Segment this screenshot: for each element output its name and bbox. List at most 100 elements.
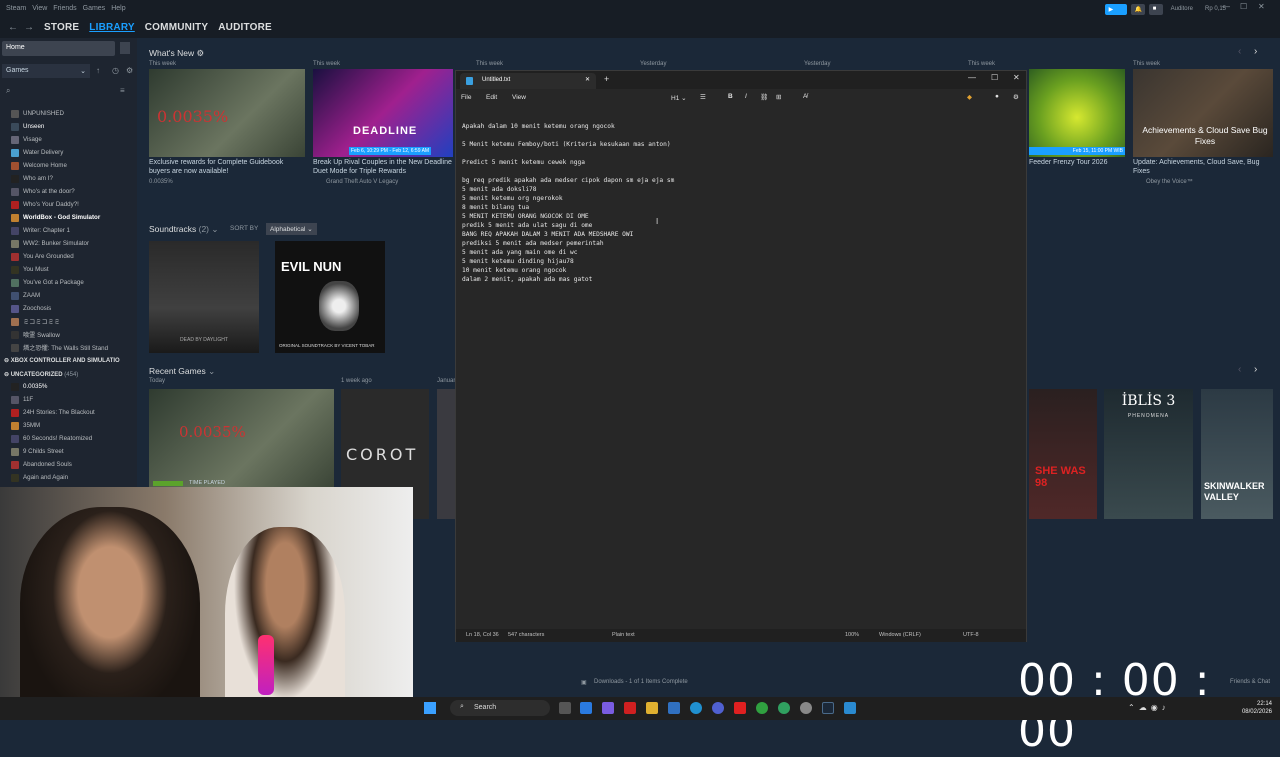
discord-icon[interactable] <box>712 702 724 714</box>
recent-games-title[interactable]: Recent Games ⌄ <box>149 366 215 377</box>
sidebar-game-item[interactable]: Abandoned Souls <box>0 458 137 471</box>
task-view-icon[interactable] <box>559 702 571 714</box>
notepad-taskbar-icon[interactable] <box>844 702 856 714</box>
nav-community[interactable]: COMMUNITY <box>145 22 208 33</box>
file-explorer-icon[interactable] <box>646 702 658 714</box>
next-arrow-icon[interactable]: › <box>1254 46 1257 57</box>
notepad-tab[interactable]: Untitled.txt ✕ <box>460 73 596 89</box>
encoding[interactable]: UTF-8 <box>963 632 979 638</box>
sidebar-game-item[interactable]: Again and Again <box>0 471 137 484</box>
windows-start-icon[interactable] <box>424 702 436 714</box>
sidebar-game-item[interactable]: Zoochosis <box>0 302 137 315</box>
minimize-icon[interactable]: — <box>968 73 976 82</box>
account-icon[interactable]: ● <box>995 93 999 100</box>
italic-icon[interactable]: I <box>745 93 747 100</box>
menu-edit[interactable]: Edit <box>486 94 497 101</box>
system-tray-icons[interactable]: ⌃☁◉♪ <box>1128 703 1170 712</box>
home-button[interactable]: Home <box>2 41 115 56</box>
clock-icon[interactable]: ◷ <box>112 66 119 75</box>
steam-menu-games[interactable]: Games <box>83 5 106 12</box>
tab-close-icon[interactable]: ✕ <box>585 76 590 83</box>
edge-icon[interactable] <box>690 702 702 714</box>
sidebar-game-item[interactable]: 60 Seconds! Reatomized <box>0 432 137 445</box>
sidebar-game-item[interactable]: 9 Childs Street <box>0 445 137 458</box>
list-icon[interactable]: ☰ <box>700 93 706 101</box>
forward-arrow-icon[interactable]: → <box>24 22 34 33</box>
notifications-button[interactable]: 🔔 <box>1130 3 1145 15</box>
sidebar-game-item[interactable]: WW2: Bunker Simulator <box>0 237 137 250</box>
news-tile[interactable]: DEADLINE Feb 6, 10:29 PM - Feb 12, 6:59 … <box>313 69 453 157</box>
recent-game-tile[interactable] <box>437 389 455 519</box>
soundtrack-tile[interactable]: EVIL NUN ORIGINAL SOUNDTRACK BY VICENT T… <box>275 241 385 353</box>
sidebar-game-item[interactable]: 喰霊 Swallow <box>0 328 137 341</box>
sidebar-game-item[interactable]: ミコミコミミ <box>0 315 137 328</box>
nav-store[interactable]: STORE <box>44 22 79 33</box>
steam-menu-help[interactable]: Help <box>111 5 125 12</box>
bold-icon[interactable]: B <box>728 93 733 100</box>
sidebar-game-item[interactable]: You've Got a Package <box>0 276 137 289</box>
sidebar-game-item[interactable]: Who's at the door? <box>0 185 137 198</box>
nav-profile[interactable]: AUDITORE <box>218 22 272 33</box>
link-icon[interactable]: ⛓ <box>760 93 768 101</box>
clear-format-icon[interactable]: A̸ <box>803 93 807 100</box>
sidebar-game-item[interactable]: 35MM <box>0 419 137 432</box>
taskbar-clock[interactable]: 22:14 08/02/2026 <box>1242 700 1272 716</box>
store-icon[interactable] <box>668 702 680 714</box>
zoom-level[interactable]: 100% <box>845 632 859 638</box>
chrome-alt-icon[interactable] <box>778 702 790 714</box>
table-icon[interactable]: ⊞ <box>776 93 781 101</box>
heading-dropdown[interactable]: H1 ⌄ <box>671 94 687 102</box>
category-xbox[interactable]: ⊖ XBOX CONTROLLER AND SIMULATIO <box>4 357 120 364</box>
grid-view-icon[interactable] <box>120 42 130 54</box>
sort-up-icon[interactable]: ↑ <box>96 66 100 75</box>
steam-menu-view[interactable]: View <box>32 5 47 12</box>
gear-icon[interactable]: ⚙ <box>196 48 204 58</box>
close-icon[interactable]: ✕ <box>1013 73 1020 82</box>
taskbar-search[interactable]: ⌕ Search <box>450 700 550 716</box>
minimize-icon[interactable]: — <box>1222 2 1230 11</box>
steam-taskbar-icon[interactable] <box>822 702 834 714</box>
steam-menu-steam[interactable]: Steam <box>6 5 26 12</box>
new-tab-icon[interactable]: + <box>604 74 609 84</box>
recent-game-tile[interactable]: 0.0035% TIME PLAYED <box>149 389 334 489</box>
obs-icon[interactable] <box>800 702 812 714</box>
close-icon[interactable]: ✕ <box>1258 2 1265 11</box>
sidebar-game-item[interactable]: WorldBox - God Simulator <box>0 211 137 224</box>
sidebar-game-item[interactable]: Unseen <box>0 120 137 133</box>
news-caption[interactable]: Update: Achievements, Cloud Save, Bug Fi… <box>1133 158 1273 176</box>
youtube-icon[interactable] <box>734 702 746 714</box>
news-tile[interactable]: 0.0035% <box>149 69 305 157</box>
maximize-icon[interactable]: ☐ <box>991 73 998 82</box>
sidebar-game-item[interactable]: Water Delivery <box>0 146 137 159</box>
sidebar-game-item[interactable]: Welcome Home <box>0 159 137 172</box>
sidebar-game-item[interactable]: You Are Grounded <box>0 250 137 263</box>
username[interactable]: Auditore <box>1167 4 1197 15</box>
news-caption[interactable]: Feeder Frenzy Tour 2026 <box>1029 158 1125 167</box>
category-uncategorized[interactable]: ⊖ UNCATEGORIZED (454) <box>4 371 78 378</box>
nav-library[interactable]: LIBRARY <box>89 22 134 33</box>
recent-game-tile[interactable]: İBLİS 3 PHENOMENA <box>1104 389 1193 519</box>
sort-dropdown[interactable]: Alphabetical ⌄ <box>266 223 317 235</box>
settings-icon[interactable]: ⚙ <box>1013 93 1019 101</box>
news-caption[interactable]: Exclusive rewards for Complete Guidebook… <box>149 158 305 176</box>
games-filter-dropdown[interactable]: Games ⌄ <box>2 64 90 78</box>
steam-menu-friends[interactable]: Friends <box>53 5 76 12</box>
news-tile[interactable]: Feb 15, 11:00 PM WIB <box>1029 69 1125 157</box>
filter-icon[interactable]: ≡ <box>120 86 125 95</box>
teams-icon[interactable] <box>602 702 614 714</box>
sidebar-game-item[interactable]: 24H Stories: The Blackout <box>0 406 137 419</box>
prev-arrow-icon[interactable]: ‹ <box>1238 46 1241 57</box>
soundtracks-title[interactable]: Soundtracks (2) ⌄ <box>149 224 219 235</box>
sidebar-game-item[interactable]: 0.0035% <box>0 380 137 393</box>
avatar[interactable]: ■ <box>1148 3 1163 15</box>
menu-file[interactable]: File <box>461 94 471 101</box>
sidebar-game-item[interactable]: 燐之恐懼: The Walls Still Stand <box>0 341 137 354</box>
sidebar-game-item[interactable]: ZAAM <box>0 289 137 302</box>
notepad-text-area[interactable]: Apakah dalam 10 menit ketemu orang ngoco… <box>462 122 1017 284</box>
sidebar-game-item[interactable]: Who am I? <box>0 172 137 185</box>
sidebar-game-item[interactable]: You Must <box>0 263 137 276</box>
back-arrow-icon[interactable]: ← <box>8 22 18 33</box>
sidebar-game-item[interactable]: Who's Your Daddy?! <box>0 198 137 211</box>
line-ending[interactable]: Windows (CRLF) <box>879 632 921 638</box>
recent-game-tile[interactable]: SHE WAS 98 <box>1029 389 1097 519</box>
